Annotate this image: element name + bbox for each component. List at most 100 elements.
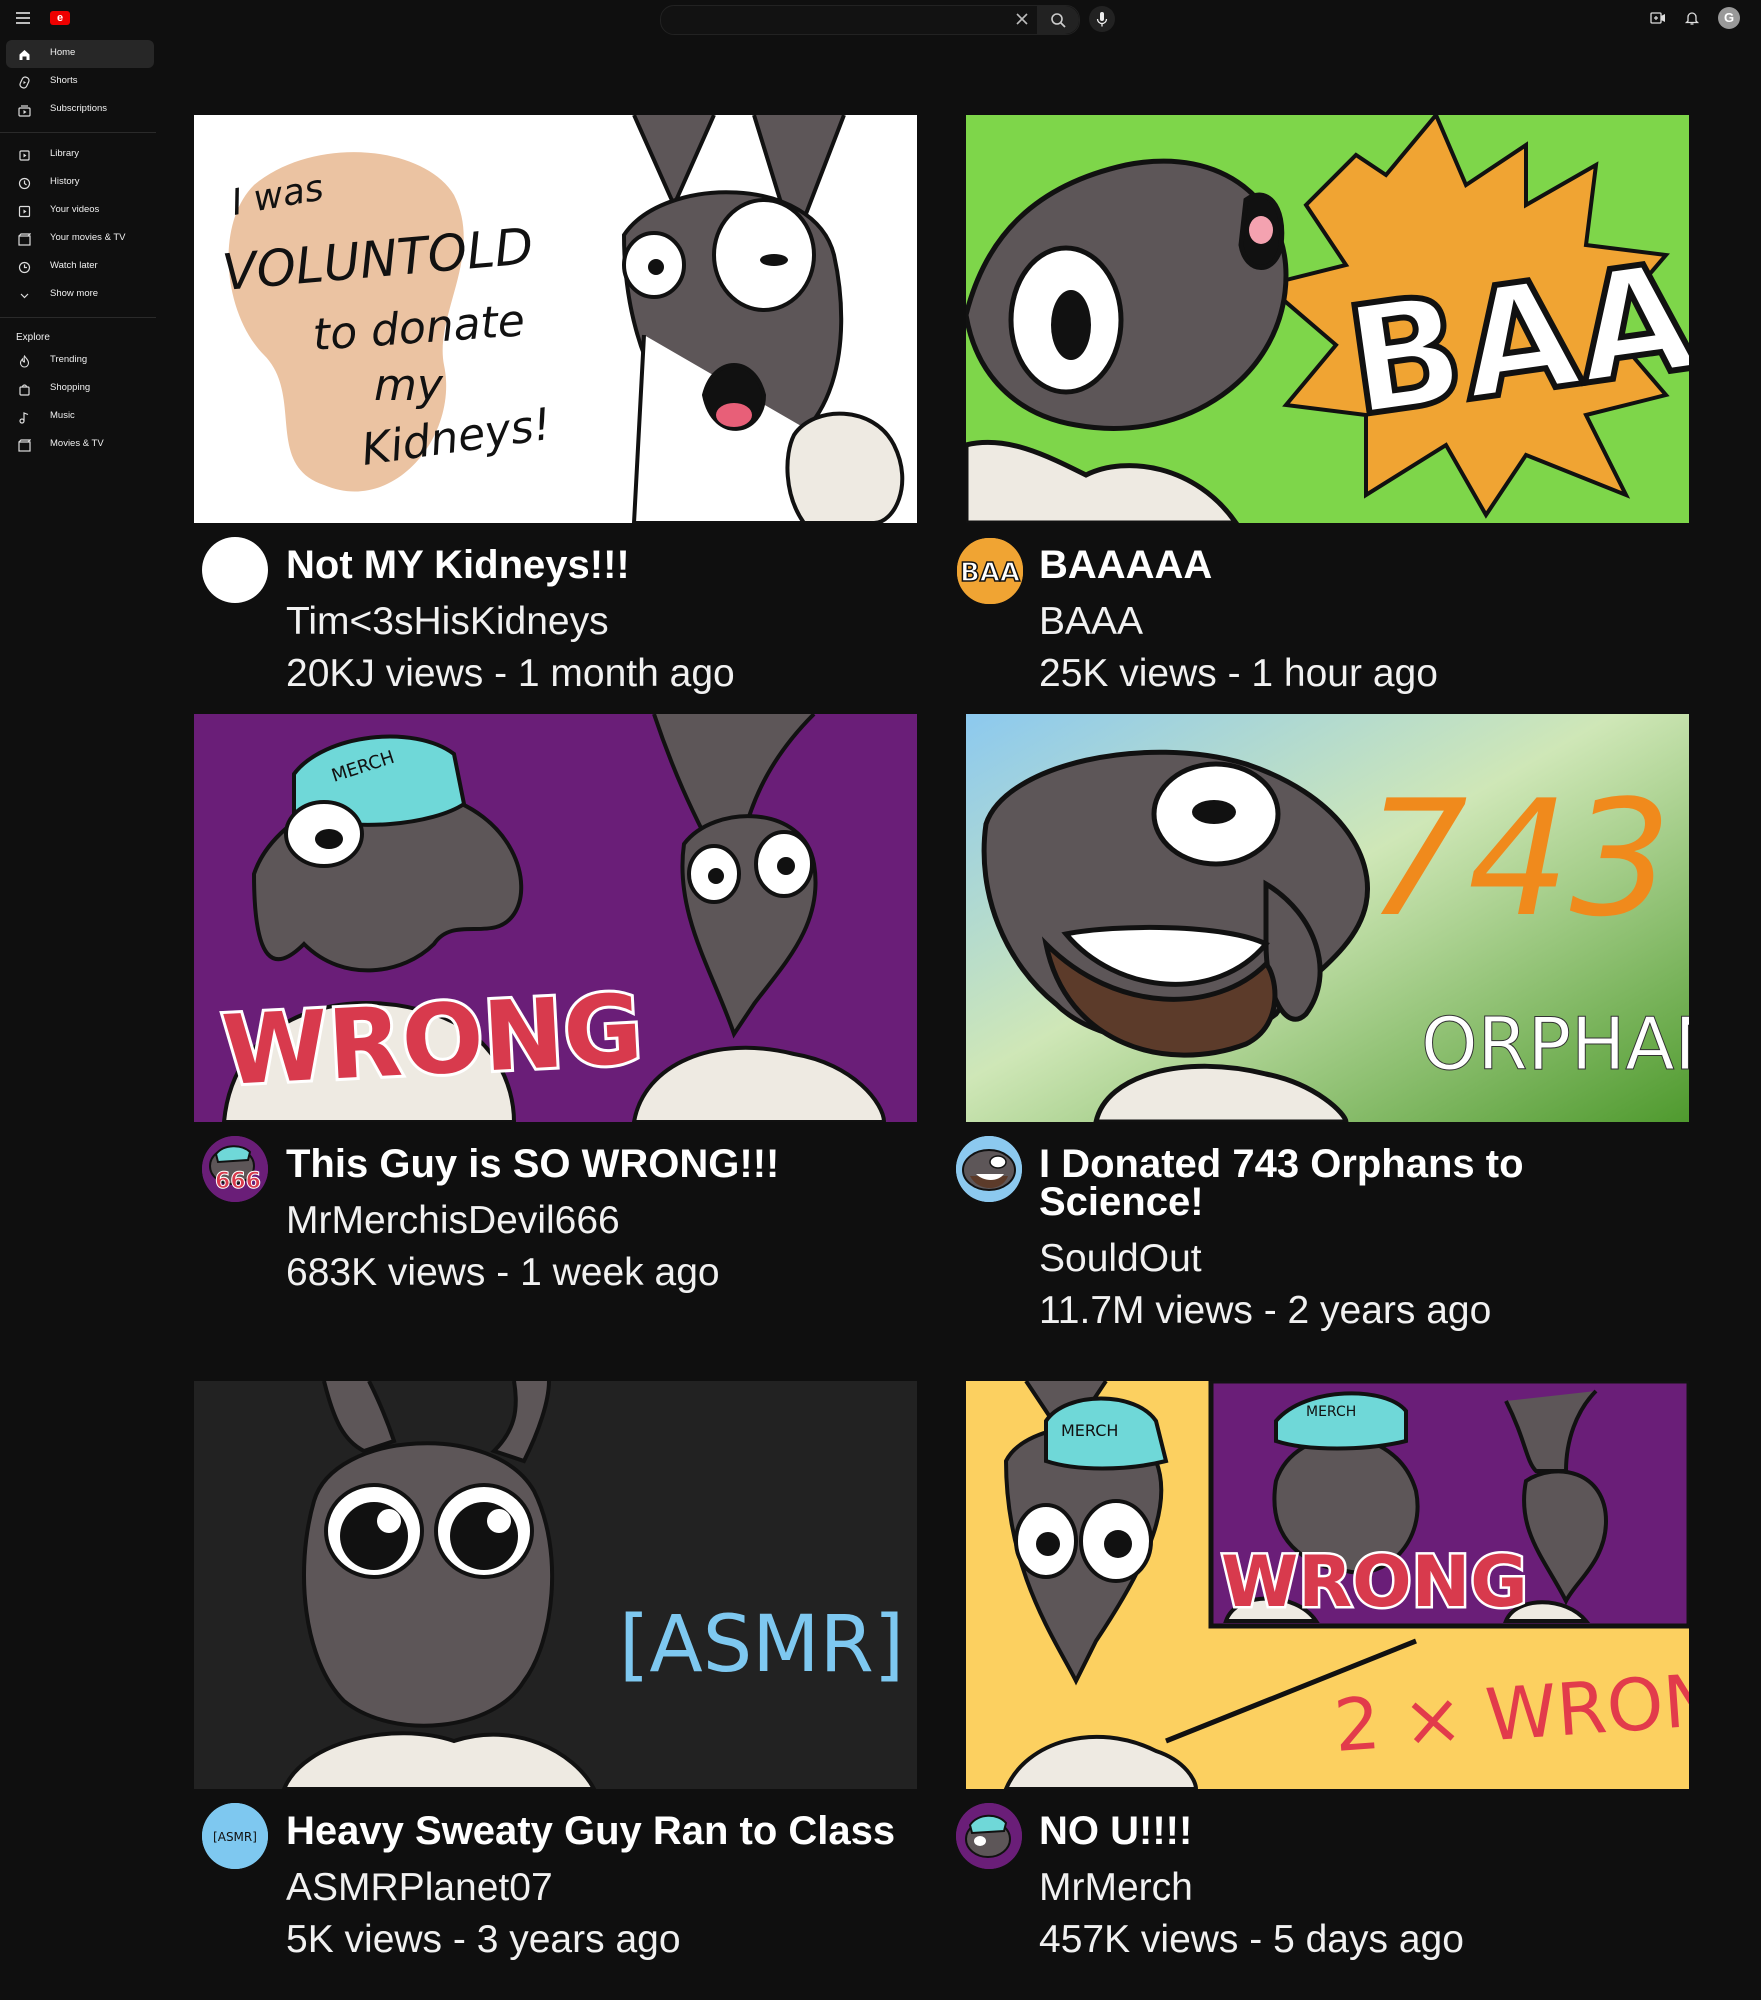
- notifications-bell-icon[interactable]: [1684, 10, 1700, 26]
- sidebar-item-shorts[interactable]: Shorts: [6, 68, 154, 96]
- sidebar-item-your-videos[interactable]: Your videos: [6, 197, 154, 225]
- logo[interactable]: e: [50, 11, 70, 25]
- chevron-down-icon: [20, 293, 29, 299]
- video-title-line: Science!: [1039, 1180, 1204, 1224]
- sidebar-item-music[interactable]: Music: [6, 403, 154, 431]
- video-meta: 20KJ views - 1 month ago: [286, 652, 735, 695]
- channel-avatar[interactable]: [956, 1803, 1022, 1869]
- sidebar-item-subscriptions[interactable]: Subscriptions: [6, 96, 154, 124]
- sidebar-divider: [0, 132, 156, 133]
- library-icon: [19, 150, 30, 161]
- video-thumbnail[interactable]: 743 ORPHANS: [966, 714, 1689, 1122]
- video-title[interactable]: I Donated 743 Orphans to Science!: [1039, 1142, 1524, 1224]
- channel-avatar[interactable]: 666: [202, 1136, 268, 1202]
- thumbnail-text: my: [374, 360, 444, 411]
- sidebar-item-library[interactable]: Library: [6, 141, 154, 169]
- sidebar-section-title: Explore: [16, 332, 50, 343]
- thumbnail-text: MERCH: [1306, 1404, 1356, 1420]
- shorts-icon: [19, 76, 30, 89]
- sidebar-item-history[interactable]: History: [6, 169, 154, 197]
- video-thumbnail[interactable]: MERCH WRONG: [194, 714, 917, 1122]
- video-title[interactable]: NO U!!!!: [1039, 1811, 1192, 1851]
- sidebar-item-label: Shorts: [50, 75, 78, 86]
- video-thumbnail[interactable]: WRONG 2 × WRONG! MERCH MERCH: [966, 1381, 1689, 1789]
- video-meta: 5K views - 3 years ago: [286, 1918, 681, 1961]
- account-avatar[interactable]: G: [1718, 7, 1740, 29]
- channel-name[interactable]: SouldOut: [1039, 1237, 1202, 1281]
- video-thumbnail[interactable]: [ASMR]: [194, 1381, 917, 1789]
- sidebar-item-shopping[interactable]: Shopping: [6, 375, 154, 403]
- film-icon: [18, 439, 31, 452]
- video-thumbnail[interactable]: BAA: [966, 115, 1689, 523]
- sidebar-item-label: Your movies & TV: [50, 232, 126, 243]
- channel-avatar[interactable]: BAA: [956, 537, 1024, 605]
- video-card[interactable]: MERCH WRONG 666 This Guy is SO WRONG!!! …: [194, 714, 917, 1314]
- avatar-text: 666: [215, 1169, 261, 1194]
- music-note-icon: [19, 412, 29, 424]
- home-icon: [19, 50, 30, 60]
- sidebar-item-label: Your videos: [50, 204, 100, 215]
- channel-name[interactable]: MrMerch: [1039, 1866, 1193, 1910]
- flame-icon: [19, 355, 30, 368]
- voice-search-button[interactable]: [1089, 6, 1115, 32]
- video-meta: 25K views - 1 hour ago: [1039, 652, 1438, 695]
- sidebar-item-label: Show more: [50, 288, 99, 299]
- channel-name[interactable]: Tim<3sHisKidneys: [286, 600, 609, 644]
- sidebar-item-show-more[interactable]: Show more: [6, 281, 154, 309]
- video-title[interactable]: This Guy is SO WRONG!!!: [286, 1144, 779, 1184]
- video-card[interactable]: [ASMR] [ASMR] Heavy Sweaty Guy Ran to Cl…: [194, 1381, 917, 1981]
- sidebar-item-label: Movies & TV: [50, 438, 104, 449]
- sidebar-item-trending[interactable]: Trending: [6, 347, 154, 375]
- channel-name[interactable]: MrMerchisDevil666: [286, 1199, 620, 1243]
- your-videos-icon: [18, 205, 31, 218]
- microphone-icon: [1096, 12, 1108, 27]
- video-card[interactable]: BAA BAA BAAAAA BAAA 25K views - 1 hour a…: [956, 115, 1689, 715]
- sidebar-item-your-movies[interactable]: Your movies & TV: [6, 225, 154, 253]
- avatar-text: BAA: [960, 558, 1020, 588]
- video-title-line: I Donated 743 Orphans to: [1039, 1142, 1524, 1186]
- sidebar-item-label: Library: [50, 148, 80, 159]
- hamburger-menu-icon[interactable]: [16, 10, 30, 24]
- channel-name[interactable]: ASMRPlanet07: [286, 1866, 553, 1910]
- history-icon: [18, 177, 31, 190]
- search-box: [660, 5, 1080, 35]
- channel-avatar[interactable]: [ASMR]: [202, 1803, 268, 1869]
- video-title[interactable]: Not MY Kidneys!!!: [286, 545, 630, 585]
- sidebar-item-watch-later[interactable]: Watch later: [6, 253, 154, 281]
- search-input[interactable]: [673, 10, 1007, 32]
- sidebar-item-label: Trending: [50, 354, 88, 365]
- video-title[interactable]: Heavy Sweaty Guy Ran to Class: [286, 1811, 895, 1851]
- video-card[interactable]: 743 ORPHANS I Donated 743 Orphans to Sci…: [956, 714, 1689, 1354]
- sidebar-item-home[interactable]: Home: [6, 40, 154, 68]
- subscriptions-icon: [18, 105, 31, 117]
- sidebar-item-label: History: [50, 176, 80, 187]
- channel-avatar[interactable]: [202, 537, 268, 603]
- thumbnail-text: 743: [1366, 765, 1671, 952]
- thumbnail-text: WRONG: [1221, 1541, 1528, 1623]
- thumbnail-text: ORPHANS: [1421, 1002, 1689, 1086]
- top-bar: e G: [0, 0, 1761, 36]
- sidebar: Home Shorts Subscriptions Library Histor…: [0, 40, 160, 459]
- thumbnail-text: [ASMR]: [619, 1600, 904, 1690]
- video-thumbnail[interactable]: I was VOLUNTOLD to donate my Kidneys!: [194, 115, 917, 523]
- movies-icon: [18, 233, 31, 246]
- search-icon: [1051, 13, 1066, 28]
- sidebar-item-label: Home: [50, 47, 76, 58]
- video-card[interactable]: I was VOLUNTOLD to donate my Kidneys! No…: [194, 115, 917, 715]
- video-meta: 11.7M views - 2 years ago: [1039, 1289, 1492, 1332]
- video-card[interactable]: WRONG 2 × WRONG! MERCH MERCH NO U!!!! Mr…: [956, 1381, 1689, 1981]
- avatar-text: [ASMR]: [213, 1830, 257, 1844]
- thumbnail-text: WRONG: [219, 973, 645, 1107]
- search-button[interactable]: [1037, 6, 1079, 34]
- channel-avatar[interactable]: [956, 1136, 1022, 1202]
- sidebar-item-label: Watch later: [50, 260, 98, 271]
- create-video-icon[interactable]: [1650, 11, 1666, 25]
- video-title[interactable]: BAAAAA: [1039, 545, 1212, 585]
- sidebar-item-movies-tv[interactable]: Movies & TV: [6, 431, 154, 459]
- thumbnail-text: MERCH: [1061, 1421, 1118, 1440]
- sidebar-item-label: Music: [50, 410, 75, 421]
- sidebar-item-label: Subscriptions: [50, 103, 108, 114]
- close-icon[interactable]: [1013, 11, 1031, 29]
- clock-icon: [18, 261, 31, 274]
- channel-name[interactable]: BAAA: [1039, 600, 1143, 644]
